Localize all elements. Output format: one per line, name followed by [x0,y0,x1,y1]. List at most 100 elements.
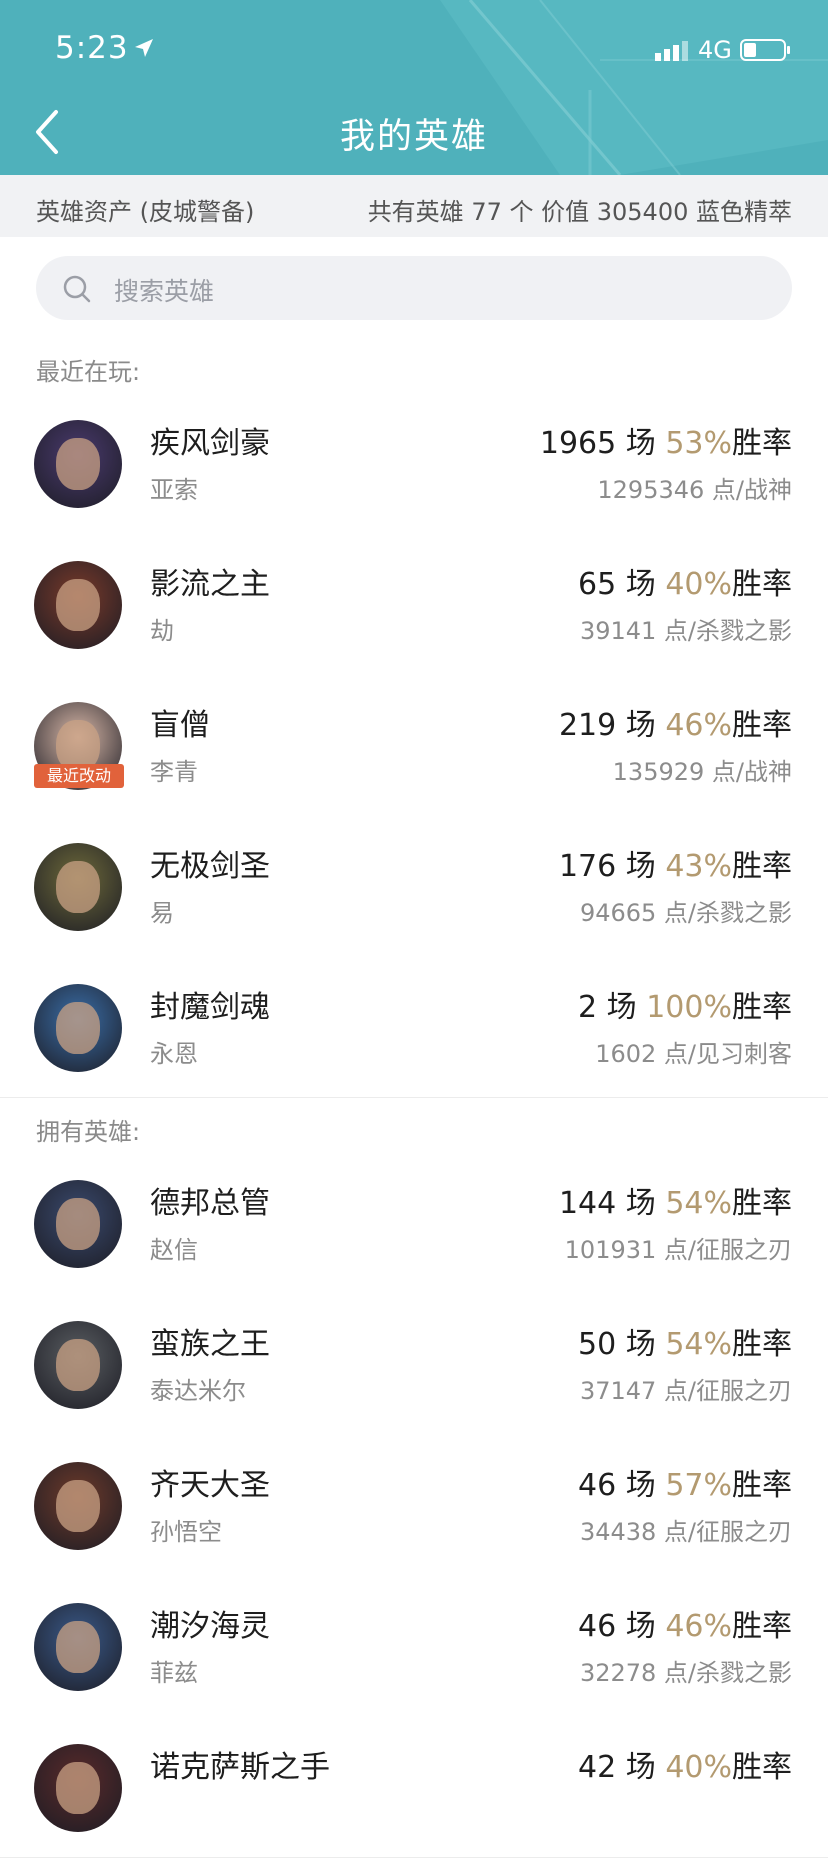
win-rate: 100% [646,990,732,1025]
hero-portrait [56,1001,100,1055]
win-rate-label: 胜率 [732,1468,792,1503]
search-icon [63,275,91,303]
search-input[interactable]: 搜索英雄 [36,256,792,320]
recently-changed-badge: 最近改动 [34,764,124,788]
hero-avatar [34,984,122,1072]
hero-avatar [34,843,122,931]
hero-avatar [34,1462,122,1550]
games-played: 144 场 [558,1186,656,1221]
hero-stats: 1965 场 53%胜率 [540,418,792,462]
status-bar: 5:23 4G [0,0,828,100]
hero-title: 齐天大圣 [150,1468,270,1503]
win-rate-label: 胜率 [732,1750,792,1785]
hero-portrait [56,860,100,914]
win-rate: 46% [665,1609,732,1644]
hero-stats: 65 场 40%胜率 [578,559,792,603]
hero-stats: 46 场 57%胜率 [578,1460,792,1504]
hero-name: 亚索 [150,476,198,504]
hero-portrait [56,578,100,632]
games-played: 46 场 [578,1609,656,1644]
mastery-points: 39141 点/杀戮之影 [579,617,792,645]
hero-assets-summary: 英雄资产 (皮城警备) 共有英雄 77 个 价值 305400 蓝色精萃 [0,175,828,237]
hero-name: 劫 [150,617,174,645]
games-played: 1965 场 [539,426,656,461]
win-rate-label: 胜率 [732,1609,792,1644]
mastery-points: 37147 点/征服之刃 [579,1377,792,1405]
hero-name: 菲兹 [150,1659,198,1687]
games-played: 176 场 [558,849,656,884]
status-time: 5:23 [55,30,129,66]
hero-stats: 2 场 100%胜率 [578,982,792,1026]
hero-name: 泰达米尔 [150,1377,246,1405]
win-rate: 54% [665,1186,732,1221]
hero-title: 诺克萨斯之手 [150,1750,330,1785]
hero-title: 蛮族之王 [150,1327,270,1362]
win-rate-label: 胜率 [732,1327,792,1362]
games-played: 219 场 [558,708,656,743]
games-played: 65 场 [578,567,656,602]
hero-avatar [34,1603,122,1691]
mastery-points: 1602 点/见习刺客 [595,1040,792,1068]
hero-name: 永恩 [150,1040,198,1068]
win-rate-label: 胜率 [732,849,792,884]
hero-stats: 46 场 46%胜率 [578,1601,792,1645]
games-played: 50 场 [578,1327,656,1362]
hero-row[interactable]: 齐天大圣孙悟空 46 场 57%胜率 34438 点/征服之刃 [0,1434,828,1576]
hero-title: 封魔剑魂 [150,990,270,1025]
hero-row[interactable]: 诺克萨斯之手 42 场 40%胜率 [0,1716,828,1858]
hero-row[interactable]: 疾风剑豪 亚索 1965 场 53%胜率 1295346 点/战神 [0,392,828,534]
games-played: 46 场 [578,1468,656,1503]
battery-icon [740,39,790,61]
hero-row[interactable]: 影流之主劫 65 场 40%胜率 39141 点/杀戮之影 [0,533,828,675]
assets-skin-label: 英雄资产 (皮城警备) [36,198,255,226]
hero-stats: 42 场 40%胜率 [578,1742,792,1786]
games-played: 42 场 [578,1750,656,1785]
hero-avatar [34,1321,122,1409]
win-rate-label: 胜率 [732,567,792,602]
hero-row[interactable]: 蛮族之王泰达米尔 50 场 54%胜率 37147 点/征服之刃 [0,1293,828,1435]
mastery-points: 101931 点/征服之刃 [564,1236,792,1264]
search-placeholder: 搜索英雄 [114,277,215,306]
hero-portrait [56,1620,100,1674]
hero-stats: 144 场 54%胜率 [559,1178,792,1222]
hero-name: 易 [150,899,174,927]
hero-portrait [56,1197,100,1251]
mastery-points: 34438 点/征服之刃 [579,1518,792,1546]
mastery-points: 1295346 点/战神 [597,476,792,504]
hero-title: 无极剑圣 [150,849,270,884]
win-rate: 46% [665,708,732,743]
hero-row[interactable]: 无极剑圣易 176 场 43%胜率 94665 点/杀戮之影 [0,815,828,957]
hero-name: 李青 [150,758,198,786]
win-rate-label: 胜率 [732,1186,792,1221]
win-rate: 40% [665,567,732,602]
hero-name: 赵信 [150,1236,198,1264]
hero-name: 孙悟空 [150,1518,222,1546]
hero-title: 盲僧 [150,708,210,743]
win-rate: 43% [665,849,732,884]
hero-title: 影流之主 [150,567,270,602]
hero-title: 潮汐海灵 [150,1609,270,1644]
hero-avatar [34,561,122,649]
hero-title: 德邦总管 [150,1186,270,1221]
hero-portrait [56,1338,100,1392]
signal-icon [655,41,688,61]
hero-row[interactable]: 最近改动 盲僧 李青 219 场 46%胜率 135929 点/战神 [0,674,828,816]
hero-stats: 50 场 54%胜率 [578,1319,792,1363]
network-type: 4G [698,36,732,64]
hero-portrait [56,437,100,491]
hero-portrait [56,1761,100,1815]
win-rate: 54% [665,1327,732,1362]
win-rate-label: 胜率 [732,708,792,743]
hero-row[interactable]: 潮汐海灵 菲兹 46 场 46%胜率 32278 点/杀戮之影 [0,1575,828,1717]
win-rate-label: 胜率 [732,990,792,1025]
hero-row[interactable]: 德邦总管赵信 144 场 54%胜率 101931 点/征服之刃 [0,1152,828,1294]
mastery-points: 94665 点/杀戮之影 [579,899,792,927]
section-label-recent: 最近在玩: [36,358,141,386]
win-rate: 57% [665,1468,732,1503]
hero-portrait [56,1479,100,1533]
hero-avatar [34,1744,122,1832]
hero-avatar [34,420,122,508]
hero-stats: 176 场 43%胜率 [559,841,792,885]
hero-row[interactable]: 封魔剑魂永恩 2 场 100%胜率 1602 点/见习刺客 [0,956,828,1098]
win-rate-label: 胜率 [732,426,792,461]
